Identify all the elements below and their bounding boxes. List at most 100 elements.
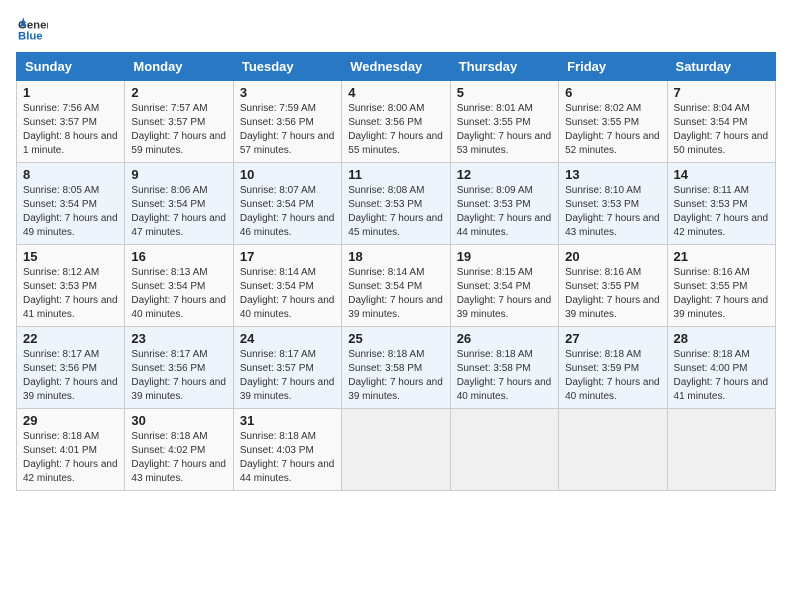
day-number: 3 [240, 85, 335, 100]
day-number: 16 [131, 249, 226, 264]
calendar-week-row: 1 Sunrise: 7:56 AMSunset: 3:57 PMDaylight… [17, 81, 776, 163]
calendar-day-cell: 18Sunrise: 8:14 AMSunset: 3:54 PMDayligh… [342, 245, 450, 327]
day-number: 25 [348, 331, 443, 346]
day-number: 14 [674, 167, 769, 182]
day-info: Sunrise: 8:04 AMSunset: 3:54 PMDaylight:… [674, 103, 769, 156]
day-info: Sunrise: 8:12 AMSunset: 3:53 PMDaylight:… [23, 267, 118, 320]
day-number: 21 [674, 249, 769, 264]
calendar-day-cell: 5 Sunrise: 8:01 AMSunset: 3:55 PMDaylight… [450, 81, 558, 163]
day-info: Sunrise: 8:18 AMSunset: 3:58 PMDaylight:… [457, 349, 552, 402]
day-info: Sunrise: 8:07 AMSunset: 3:54 PMDaylight:… [240, 185, 335, 238]
calendar-day-cell: 21 Sunrise: 8:16 AMSunset: 3:55 PMDayligh… [667, 245, 775, 327]
day-info: Sunrise: 8:18 AMSunset: 4:03 PMDaylight:… [240, 431, 335, 484]
day-number: 2 [131, 85, 226, 100]
day-number: 17 [240, 249, 335, 264]
calendar-day-cell: 3 Sunrise: 7:59 AMSunset: 3:56 PMDaylight… [233, 81, 341, 163]
weekday-header: Thursday [450, 53, 558, 81]
day-number: 26 [457, 331, 552, 346]
day-info: Sunrise: 8:11 AMSunset: 3:53 PMDaylight:… [674, 185, 769, 238]
calendar-day-cell: 7 Sunrise: 8:04 AMSunset: 3:54 PMDaylight… [667, 81, 775, 163]
day-info: Sunrise: 7:56 AMSunset: 3:57 PMDaylight:… [23, 103, 118, 156]
calendar-day-cell: 8 Sunrise: 8:05 AMSunset: 3:54 PMDaylight… [17, 163, 125, 245]
calendar-day-cell: 27 Sunrise: 8:18 AMSunset: 3:59 PMDayligh… [559, 327, 667, 409]
day-info: Sunrise: 8:18 AMSunset: 3:58 PMDaylight:… [348, 349, 443, 402]
calendar-week-row: 8 Sunrise: 8:05 AMSunset: 3:54 PMDaylight… [17, 163, 776, 245]
calendar-day-cell: 15 Sunrise: 8:12 AMSunset: 3:53 PMDayligh… [17, 245, 125, 327]
day-info: Sunrise: 8:18 AMSunset: 4:02 PMDaylight:… [131, 431, 226, 484]
calendar-day-cell: 31 Sunrise: 8:18 AMSunset: 4:03 PMDayligh… [233, 409, 341, 491]
day-info: Sunrise: 8:06 AMSunset: 3:54 PMDaylight:… [131, 185, 226, 238]
day-number: 1 [23, 85, 118, 100]
day-info: Sunrise: 8:09 AMSunset: 3:53 PMDaylight:… [457, 185, 552, 238]
calendar-day-cell [342, 409, 450, 491]
day-info: Sunrise: 8:17 AMSunset: 3:56 PMDaylight:… [23, 349, 118, 402]
logo-icon: General Blue [16, 16, 48, 44]
calendar-day-cell: 16 Sunrise: 8:13 AMSunset: 3:54 PMDayligh… [125, 245, 233, 327]
calendar-day-cell: 30Sunrise: 8:18 AMSunset: 4:02 PMDayligh… [125, 409, 233, 491]
day-number: 31 [240, 413, 335, 428]
day-number: 11 [348, 167, 443, 182]
calendar-day-cell: 24 Sunrise: 8:17 AMSunset: 3:57 PMDayligh… [233, 327, 341, 409]
calendar-day-cell: 19 Sunrise: 8:15 AMSunset: 3:54 PMDayligh… [450, 245, 558, 327]
day-info: Sunrise: 8:01 AMSunset: 3:55 PMDaylight:… [457, 103, 552, 156]
calendar-day-cell: 20 Sunrise: 8:16 AMSunset: 3:55 PMDayligh… [559, 245, 667, 327]
day-info: Sunrise: 8:16 AMSunset: 3:55 PMDaylight:… [674, 267, 769, 320]
calendar-week-row: 29 Sunrise: 8:18 AMSunset: 4:01 PMDayligh… [17, 409, 776, 491]
day-number: 15 [23, 249, 118, 264]
calendar-day-cell: 29 Sunrise: 8:18 AMSunset: 4:01 PMDayligh… [17, 409, 125, 491]
day-info: Sunrise: 8:05 AMSunset: 3:54 PMDaylight:… [23, 185, 118, 238]
weekday-header: Wednesday [342, 53, 450, 81]
calendar-day-cell [667, 409, 775, 491]
day-number: 13 [565, 167, 660, 182]
calendar-day-cell: 13 Sunrise: 8:10 AMSunset: 3:53 PMDayligh… [559, 163, 667, 245]
day-number: 27 [565, 331, 660, 346]
day-info: Sunrise: 8:16 AMSunset: 3:55 PMDaylight:… [565, 267, 660, 320]
calendar-day-cell: 11 Sunrise: 8:08 AMSunset: 3:53 PMDayligh… [342, 163, 450, 245]
calendar-day-cell: 25 Sunrise: 8:18 AMSunset: 3:58 PMDayligh… [342, 327, 450, 409]
day-number: 9 [131, 167, 226, 182]
day-info: Sunrise: 8:08 AMSunset: 3:53 PMDaylight:… [348, 185, 443, 238]
day-number: 24 [240, 331, 335, 346]
calendar-day-cell: 9 Sunrise: 8:06 AMSunset: 3:54 PMDaylight… [125, 163, 233, 245]
day-number: 29 [23, 413, 118, 428]
day-number: 20 [565, 249, 660, 264]
calendar-day-cell: 17Sunrise: 8:14 AMSunset: 3:54 PMDayligh… [233, 245, 341, 327]
day-info: Sunrise: 8:17 AMSunset: 3:57 PMDaylight:… [240, 349, 335, 402]
calendar-day-cell: 2 Sunrise: 7:57 AMSunset: 3:57 PMDaylight… [125, 81, 233, 163]
day-info: Sunrise: 7:59 AMSunset: 3:56 PMDaylight:… [240, 103, 335, 156]
calendar-day-cell [559, 409, 667, 491]
calendar-day-cell: 12Sunrise: 8:09 AMSunset: 3:53 PMDayligh… [450, 163, 558, 245]
day-number: 18 [348, 249, 443, 264]
day-info: Sunrise: 8:10 AMSunset: 3:53 PMDaylight:… [565, 185, 660, 238]
day-info: Sunrise: 8:18 AMSunset: 4:01 PMDaylight:… [23, 431, 118, 484]
calendar-day-cell: 23Sunrise: 8:17 AMSunset: 3:56 PMDayligh… [125, 327, 233, 409]
day-info: Sunrise: 8:18 AMSunset: 3:59 PMDaylight:… [565, 349, 660, 402]
day-number: 10 [240, 167, 335, 182]
calendar-header-row: SundayMondayTuesdayWednesdayThursdayFrid… [17, 53, 776, 81]
calendar-day-cell [450, 409, 558, 491]
day-number: 22 [23, 331, 118, 346]
calendar-day-cell: 4 Sunrise: 8:00 AMSunset: 3:56 PMDaylight… [342, 81, 450, 163]
day-number: 6 [565, 85, 660, 100]
day-info: Sunrise: 8:18 AMSunset: 4:00 PMDaylight:… [674, 349, 769, 402]
day-number: 4 [348, 85, 443, 100]
calendar-table: SundayMondayTuesdayWednesdayThursdayFrid… [16, 52, 776, 491]
calendar-day-cell: 14 Sunrise: 8:11 AMSunset: 3:53 PMDayligh… [667, 163, 775, 245]
day-number: 7 [674, 85, 769, 100]
calendar-day-cell: 22 Sunrise: 8:17 AMSunset: 3:56 PMDayligh… [17, 327, 125, 409]
calendar-body: 1 Sunrise: 7:56 AMSunset: 3:57 PMDaylight… [17, 81, 776, 491]
day-number: 8 [23, 167, 118, 182]
weekday-header: Saturday [667, 53, 775, 81]
header: General Blue [16, 16, 776, 44]
day-info: Sunrise: 7:57 AMSunset: 3:57 PMDaylight:… [131, 103, 226, 156]
day-number: 19 [457, 249, 552, 264]
weekday-header: Friday [559, 53, 667, 81]
day-number: 5 [457, 85, 552, 100]
svg-text:Blue: Blue [18, 31, 43, 43]
calendar-day-cell: 10 Sunrise: 8:07 AMSunset: 3:54 PMDayligh… [233, 163, 341, 245]
day-info: Sunrise: 8:00 AMSunset: 3:56 PMDaylight:… [348, 103, 443, 156]
day-number: 28 [674, 331, 769, 346]
day-info: Sunrise: 8:13 AMSunset: 3:54 PMDaylight:… [131, 267, 226, 320]
day-info: Sunrise: 8:15 AMSunset: 3:54 PMDaylight:… [457, 267, 552, 320]
calendar-day-cell: 1 Sunrise: 7:56 AMSunset: 3:57 PMDaylight… [17, 81, 125, 163]
